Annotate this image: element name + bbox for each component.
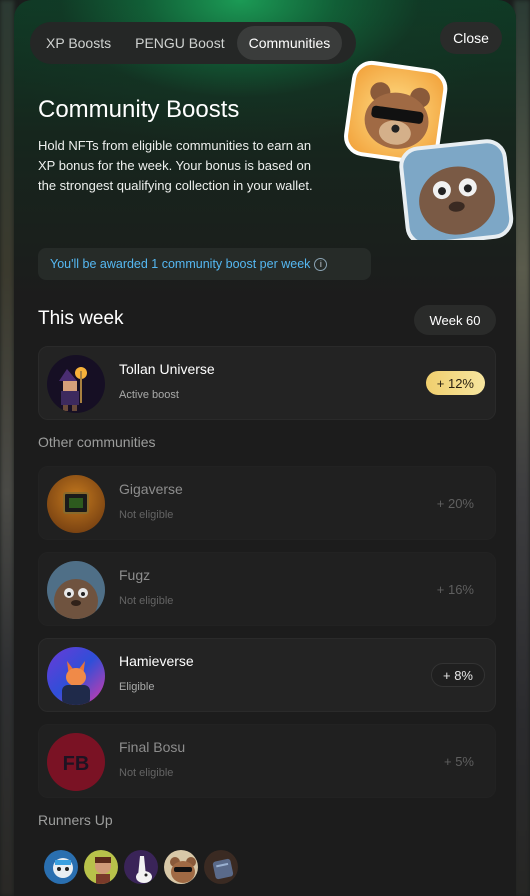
hamieverse-avatar: [47, 647, 105, 705]
tab-communities[interactable]: Communities: [236, 26, 343, 60]
runners-up-heading: Runners Up: [38, 812, 113, 828]
community-status: Not eligible: [119, 595, 174, 607]
gigaverse-avatar: [47, 475, 105, 533]
runner-up-avatar[interactable]: [122, 848, 160, 886]
runner-up-avatar[interactable]: [202, 848, 240, 886]
final-bosu-logo-text: FB: [63, 753, 90, 775]
boost-badge: + 12%: [425, 371, 485, 395]
other-communities-heading: Other communities: [38, 434, 156, 450]
tab-bar: XP Boosts PENGU Boost Communities: [30, 22, 356, 64]
this-week-heading: This week: [38, 308, 124, 329]
community-status: Not eligible: [119, 767, 174, 779]
community-name: Fugz: [119, 567, 151, 583]
runner-up-avatar[interactable]: [162, 848, 200, 886]
info-text: You'll be awarded 1 community boost per …: [50, 257, 311, 271]
close-button[interactable]: Close: [440, 22, 502, 54]
community-status: Active boost: [119, 389, 179, 401]
week-badge: Week 60: [414, 305, 496, 335]
runner-up-avatar[interactable]: [42, 848, 80, 886]
boost-badge: + 16%: [436, 581, 474, 597]
weekly-boost-info: You'll be awarded 1 community boost per …: [38, 248, 371, 280]
info-icon[interactable]: i: [314, 257, 328, 271]
fugz-avatar: [47, 561, 105, 619]
tab-xp-boosts[interactable]: XP Boosts: [34, 26, 123, 60]
community-name: Tollan Universe: [119, 361, 215, 377]
hero-bear-illustration: [344, 60, 514, 240]
community-card-fugz[interactable]: Fugz Not eligible + 16%: [38, 552, 496, 626]
community-card-hamieverse[interactable]: Hamieverse Eligible + 8%: [38, 638, 496, 712]
community-card-final-bosu[interactable]: FB Final Bosu Not eligible + 5%: [38, 724, 496, 798]
backdrop-right: [514, 0, 530, 896]
final-bosu-avatar: FB: [47, 733, 105, 791]
community-name: Hamieverse: [119, 653, 194, 669]
community-name: Gigaverse: [119, 481, 183, 497]
runner-up-avatar[interactable]: [82, 848, 120, 886]
active-community-card[interactable]: Tollan Universe Active boost + 12%: [38, 346, 496, 420]
community-boosts-modal: XP Boosts PENGU Boost Communities Close …: [14, 0, 516, 896]
community-status: Not eligible: [119, 509, 174, 521]
community-card-gigaverse[interactable]: Gigaverse Not eligible + 20%: [38, 466, 496, 540]
tab-pengu-boost[interactable]: PENGU Boost: [123, 26, 236, 60]
page-title: Community Boosts: [38, 96, 240, 123]
boost-badge: + 20%: [436, 495, 474, 511]
boost-badge: + 5%: [444, 753, 474, 769]
backdrop-left: [0, 0, 14, 896]
boost-badge: + 8%: [431, 663, 485, 687]
community-name: Final Bosu: [119, 739, 186, 755]
hero-description: Hold NFTs from eligible communities to e…: [38, 138, 313, 193]
community-status: Eligible: [119, 681, 155, 693]
runners-up-list: [42, 848, 252, 888]
tollan-universe-avatar: [47, 355, 105, 413]
